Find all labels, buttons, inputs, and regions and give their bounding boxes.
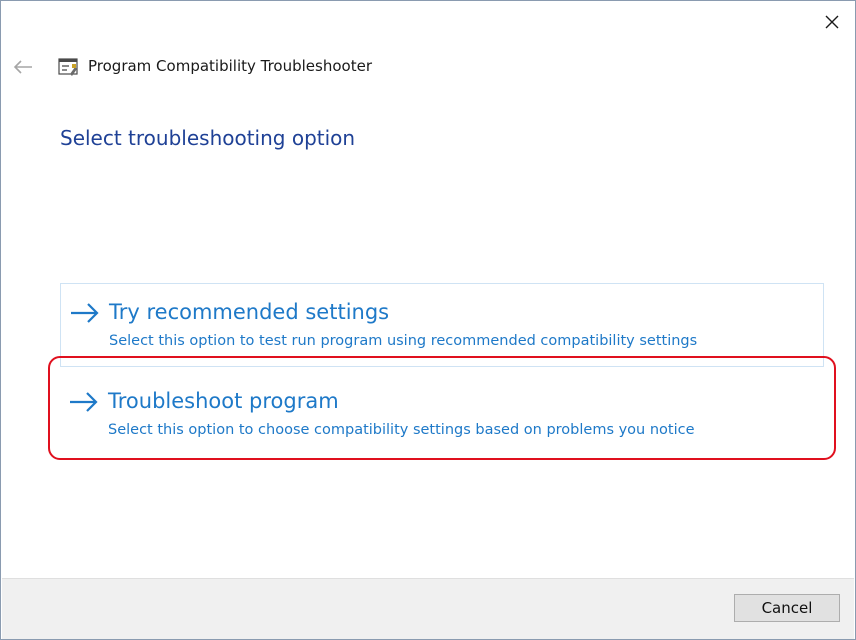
back-arrow-icon [13, 60, 32, 74]
back-button[interactable] [11, 56, 35, 78]
page-heading: Select troubleshooting option [60, 126, 356, 150]
option-description: Select this option to test run program u… [109, 333, 698, 349]
right-arrow-icon [70, 392, 98, 412]
option-troubleshoot-program[interactable]: Troubleshoot program Select this option … [60, 373, 824, 457]
troubleshooter-app-icon [58, 58, 78, 76]
option-try-recommended-settings[interactable]: Try recommended settings Select this opt… [60, 283, 824, 367]
option-title: Try recommended settings [109, 300, 390, 324]
option-description: Select this option to choose compatibili… [108, 422, 695, 438]
footer-bar: Cancel [2, 578, 854, 639]
close-button[interactable] [819, 9, 845, 35]
option-title: Troubleshoot program [108, 389, 339, 413]
close-icon [825, 15, 839, 29]
window-title: Program Compatibility Troubleshooter [88, 57, 372, 75]
right-arrow-icon [71, 303, 99, 323]
cancel-button[interactable]: Cancel [734, 594, 840, 622]
troubleshooter-window: Program Compatibility Troubleshooter Sel… [0, 0, 856, 640]
